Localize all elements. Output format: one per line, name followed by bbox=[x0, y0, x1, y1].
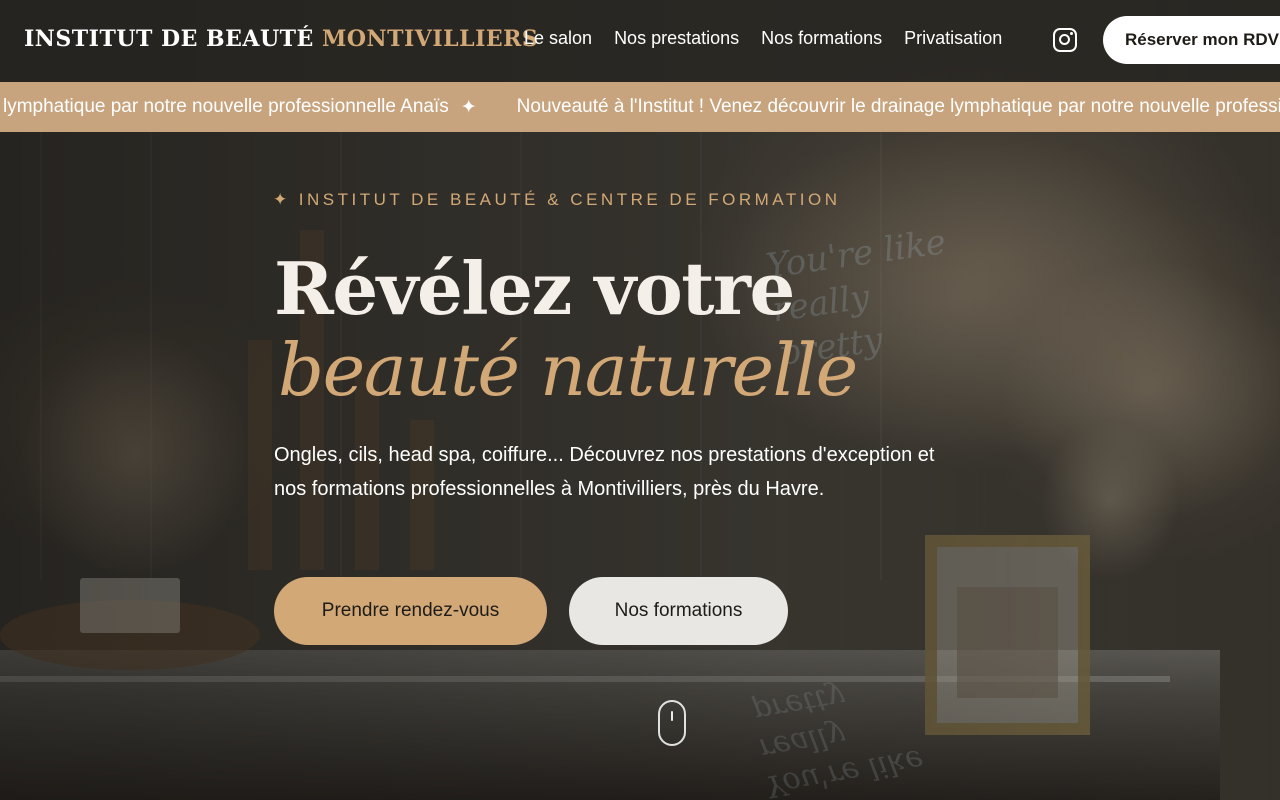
hero-lead: Ongles, cils, head spa, coiffure... Déco… bbox=[274, 444, 935, 500]
mouse-scroll-icon[interactable] bbox=[658, 700, 686, 746]
logo[interactable]: INSTITUT DE BEAUTÉ MONTIVILLIERS bbox=[24, 26, 538, 52]
sparkle-icon: ✦ bbox=[460, 96, 477, 118]
nav-item-privatisation[interactable]: Privatisation bbox=[904, 28, 1002, 49]
marquee-track: lymphatique par notre nouvelle professio… bbox=[0, 82, 1280, 132]
marquee-item: lymphatique par notre nouvelle professio… bbox=[3, 96, 449, 117]
nav-item-nos-prestations[interactable]: Nos prestations bbox=[614, 28, 739, 49]
site-header: INSTITUT DE BEAUTÉ MONTIVILLIERS Le salo… bbox=[0, 0, 1280, 82]
instagram-icon[interactable] bbox=[1053, 28, 1077, 52]
nav-item-nos-formations[interactable]: Nos formations bbox=[761, 28, 882, 49]
hero-title-line1: Révélez votre bbox=[274, 246, 795, 331]
trainings-button[interactable]: Nos formations bbox=[569, 577, 788, 645]
eyebrow-text: INSTITUT DE BEAUTÉ & CENTRE DE FORMATION bbox=[298, 190, 841, 209]
hero-eyebrow: ✦ INSTITUT DE BEAUTÉ & CENTRE DE FORMATIO… bbox=[273, 190, 840, 210]
main-nav: Le salon Nos prestations Nos formations … bbox=[524, 28, 1002, 49]
nav-item-le-salon[interactable]: Le salon bbox=[524, 28, 592, 49]
logo-main: INSTITUT DE BEAUTÉ bbox=[24, 26, 314, 52]
sparkle-icon: ✦ bbox=[273, 190, 291, 209]
hero-title-line2: beauté naturelle bbox=[278, 328, 858, 412]
marquee-item: Nouveauté à l'Institut ! Venez découvrir… bbox=[516, 96, 1280, 117]
book-appointment-button[interactable]: Réserver mon RDV bbox=[1103, 16, 1280, 64]
announcement-marquee: lymphatique par notre nouvelle professio… bbox=[0, 82, 1280, 132]
book-appointment-hero-button[interactable]: Prendre rendez-vous bbox=[274, 577, 547, 645]
logo-accent: MONTIVILLIERS bbox=[321, 26, 539, 52]
